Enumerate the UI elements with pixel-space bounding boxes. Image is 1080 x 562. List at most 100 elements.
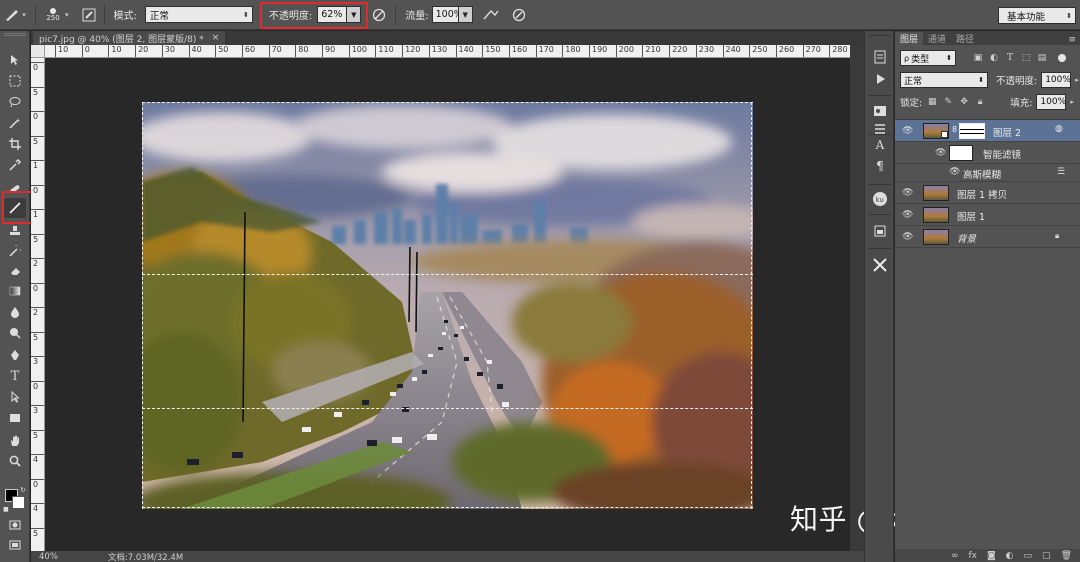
pen-icon[interactable] [4, 345, 26, 365]
new-layer-icon[interactable]: ▢ [1042, 551, 1051, 561]
layer-mask-thumbnail[interactable] [959, 123, 985, 139]
layer-row-gaussian-blur[interactable]: 👁︎ 高斯模糊 ☰ [895, 164, 1080, 182]
plugin-icon[interactable]: ku [870, 190, 890, 208]
visibility-eye-icon[interactable]: 👁︎ [902, 232, 914, 242]
add-mask-icon[interactable]: ◙ [987, 551, 996, 561]
magic-wand-icon[interactable] [4, 113, 26, 133]
character-panel-icon[interactable]: A [870, 136, 890, 154]
document-info[interactable]: 文档:7.03M/32.4M [108, 551, 183, 562]
flow-dropdown-button[interactable]: ▼ [458, 6, 473, 23]
new-adjustment-icon[interactable]: ◐ [1006, 551, 1014, 561]
background-color-swatch[interactable] [12, 496, 25, 509]
brush-size-picker[interactable]: 250 [41, 0, 65, 30]
marquee-icon[interactable] [4, 71, 26, 91]
airbrush-icon[interactable] [481, 5, 501, 25]
horizontal-ruler[interactable]: 10 0 10 20 30 40 50 60 70 80 90 100 110 120 130 140 150 1… [45, 45, 850, 58]
layer-name[interactable]: 图层 1 [957, 209, 985, 223]
filter-type-icon[interactable]: T [1004, 52, 1016, 64]
layer-row-background[interactable]: 👁︎ 背景 🔒︎ [895, 226, 1080, 248]
toolbar-grip[interactable] [4, 33, 26, 36]
history-brush-icon[interactable] [4, 241, 26, 261]
blur-icon[interactable] [4, 302, 26, 322]
visibility-eye-icon[interactable]: 👁︎ [902, 210, 914, 220]
visibility-eye-icon[interactable]: 👁︎ [902, 126, 914, 136]
vertical-ruler[interactable]: 05051015202530354045 [31, 58, 45, 551]
path-select-icon[interactable] [4, 387, 26, 407]
stamp-icon[interactable] [4, 221, 26, 241]
tab-layers[interactable]: 图层 [895, 32, 924, 45]
crop-icon[interactable] [4, 134, 26, 154]
default-colors-icon[interactable]: ■ [3, 506, 9, 513]
layer-name[interactable]: 智能滤镜 [983, 147, 1021, 161]
layer-row-smart-filters[interactable]: 👁︎ 智能滤镜 [895, 142, 1080, 164]
new-group-icon[interactable]: ▭ [1024, 551, 1033, 561]
workspace-select[interactable]: 基本功能 ⬍ [998, 7, 1076, 24]
layer-row-layer-1[interactable]: 👁︎ 图层 1 [895, 204, 1080, 226]
pressure-opacity-icon[interactable] [369, 5, 389, 25]
layer-name[interactable]: 图层 2 [993, 125, 1021, 139]
layer-comps-icon[interactable] [870, 222, 890, 240]
layer-opacity-field[interactable]: 100% [1041, 72, 1072, 88]
type-icon[interactable]: T [4, 366, 26, 386]
eyedropper-icon[interactable] [4, 155, 26, 175]
document-image[interactable] [142, 102, 753, 509]
swap-colors-icon[interactable]: ↻ [20, 486, 26, 494]
link-layers-icon[interactable]: ∞ [951, 551, 959, 561]
lock-transparency-icon[interactable]: ▦ [926, 96, 938, 108]
flow-field[interactable]: 100% [431, 6, 463, 23]
mode-select[interactable]: 正常 ⬍ [144, 6, 253, 23]
tab-channels[interactable]: 通道 [923, 32, 951, 45]
layer-style-icon[interactable]: fx [968, 551, 977, 561]
visibility-eye-icon[interactable]: 👁︎ [935, 148, 947, 158]
pressure-size-icon[interactable] [509, 5, 529, 25]
layer-name[interactable]: 高斯模糊 [963, 167, 1001, 181]
layer-row-layer-1-copy[interactable]: 👁︎ 图层 1 拷贝 [895, 182, 1080, 204]
visibility-eye-icon[interactable]: 👁︎ [902, 188, 914, 198]
layer-name[interactable]: 背景 [957, 231, 976, 245]
layer-name[interactable]: 图层 1 拷贝 [957, 187, 1007, 201]
lock-pixels-icon[interactable]: ✎ [942, 96, 954, 108]
chevron-right-icon[interactable]: ▸ [1070, 98, 1074, 106]
hand-icon[interactable] [4, 431, 26, 451]
filter-mask-thumbnail[interactable] [949, 145, 973, 161]
lock-all-icon[interactable]: 🔒︎ [974, 96, 986, 108]
quick-mask-icon[interactable] [4, 515, 26, 535]
lock-position-icon[interactable]: ✥ [958, 96, 970, 108]
filter-adjustment-icon[interactable]: ◐ [988, 52, 1000, 64]
adjustments-icon[interactable] [870, 102, 890, 120]
tool-presets-icon[interactable] [870, 256, 890, 274]
chevron-right-icon[interactable]: ▸ [1075, 76, 1079, 84]
tab-paths[interactable]: 路径 [951, 32, 979, 45]
vertical-scrollbar[interactable] [850, 45, 864, 551]
layer-kind-filter[interactable]: ρ 类型 ⬍ [900, 50, 956, 66]
filter-toggle[interactable] [1058, 54, 1066, 62]
ruler-origin[interactable] [31, 45, 45, 58]
gradient-icon[interactable] [4, 281, 26, 301]
lasso-icon[interactable] [4, 92, 26, 112]
filter-shape-icon[interactable]: ⬚ [1020, 52, 1032, 64]
brush-preset-icon[interactable]: ▾ [0, 0, 30, 30]
dodge-icon[interactable] [4, 323, 26, 343]
visibility-eye-icon[interactable]: 👁︎ [949, 167, 961, 177]
blend-mode-select[interactable]: 正常 ⬍ [900, 72, 988, 88]
actions-play-icon[interactable] [870, 70, 890, 88]
shape-icon[interactable] [4, 408, 26, 428]
close-icon[interactable]: × [212, 33, 220, 43]
screen-mode-icon[interactable] [4, 535, 26, 555]
document-tab[interactable]: pic7.jpg @ 40% (图层 2, 图层蒙版/8) * × [33, 31, 226, 45]
panel-menu-icon[interactable]: ≡ [1068, 35, 1076, 45]
filter-smart-object-icon[interactable]: ▤ [1036, 52, 1048, 64]
mask-link-icon[interactable]: 8 [952, 125, 957, 134]
move-icon[interactable] [4, 50, 26, 70]
paragraph-panel-icon[interactable]: ¶ [870, 157, 890, 175]
filter-pixel-icon[interactable]: ▣ [972, 52, 984, 64]
zoom-icon[interactable] [4, 451, 26, 471]
filter-options-icon[interactable]: ☰ [1057, 167, 1065, 177]
zoom-level[interactable]: 40% [39, 552, 58, 562]
brush-panel-icon[interactable] [79, 5, 99, 25]
delete-layer-icon[interactable]: 🗑︎ [1061, 551, 1072, 561]
fill-field[interactable]: 100% [1036, 94, 1067, 110]
eraser-icon[interactable] [4, 261, 26, 281]
history-panel-icon[interactable] [870, 48, 890, 66]
layer-row-layer-2[interactable]: 👁︎ 8 图层 2 ◍ [895, 120, 1080, 142]
